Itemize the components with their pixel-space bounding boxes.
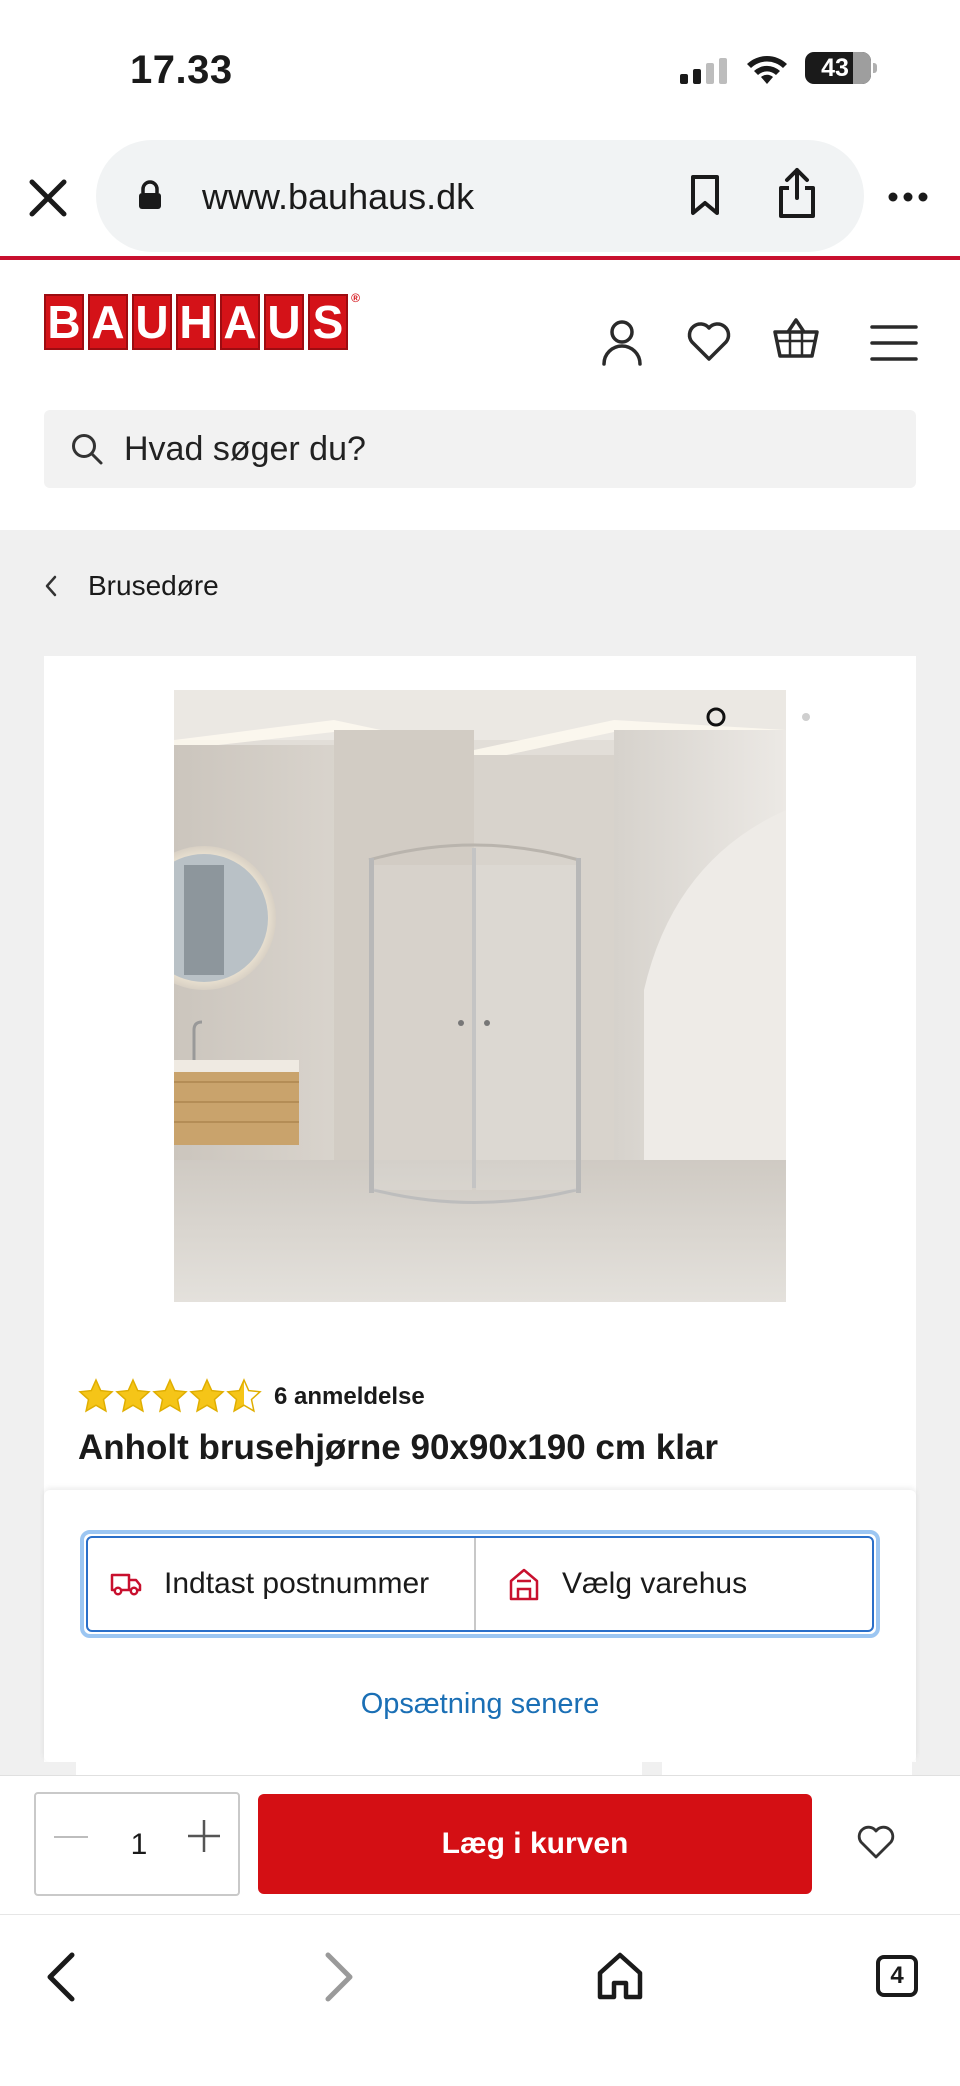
logo-letter: U — [132, 294, 172, 350]
wishlist-heart-icon[interactable] — [856, 1824, 896, 1860]
search-bar[interactable]: Hvad søger du? — [44, 410, 916, 488]
cellular-signal-icon — [680, 58, 727, 84]
basket-icon[interactable] — [772, 316, 820, 360]
plus-icon[interactable] — [186, 1818, 222, 1854]
review-count[interactable]: 6 anmeldelse — [274, 1383, 425, 1411]
share-icon[interactable] — [776, 166, 818, 220]
home-icon[interactable] — [596, 1951, 644, 2001]
registered-mark-icon: ® — [351, 291, 360, 305]
delivery-selector: Indtast postnummer Vælg varehus Opsætnin… — [44, 1490, 916, 1762]
store-label: Vælg varehus — [562, 1567, 748, 1600]
breadcrumb-label: Brusedøre — [88, 570, 219, 601]
logo-letter: A — [88, 294, 128, 350]
setup-later-link[interactable]: Opsætning senere — [44, 1688, 916, 1721]
quantity-stepper[interactable]: 1 — [34, 1792, 240, 1896]
delivery-options: Indtast postnummer Vælg varehus — [80, 1530, 880, 1638]
address-bar[interactable]: www.bauhaus.dk — [96, 140, 864, 252]
logo-letter: U — [264, 294, 304, 350]
bookmark-icon[interactable] — [690, 174, 720, 216]
menu-icon[interactable] — [870, 324, 918, 362]
search-icon — [72, 434, 103, 465]
add-to-cart-button[interactable]: Læg i kurven — [258, 1794, 812, 1894]
logo-letter: H — [176, 294, 216, 350]
store-option[interactable]: Vælg varehus — [474, 1538, 872, 1630]
logo-letter: B — [44, 294, 84, 350]
store-icon — [509, 1568, 539, 1601]
url-text: www.bauhaus.dk — [202, 176, 475, 217]
postcode-option[interactable]: Indtast postnummer — [88, 1538, 474, 1630]
account-icon[interactable] — [600, 318, 644, 366]
site-header: B A U H A U S ® Hvad søger du? — [0, 260, 960, 530]
postcode-label: Indtast postnummer — [164, 1567, 430, 1600]
truck-icon — [110, 1573, 142, 1596]
logo-letter: A — [220, 294, 260, 350]
product-image[interactable] — [174, 690, 786, 1302]
status-bar: 17.33 43 — [0, 0, 960, 130]
heart-icon[interactable] — [686, 320, 732, 362]
wifi-icon — [747, 56, 787, 84]
product-title: Anholt brusehjørne 90x90x190 cm klar — [78, 1428, 718, 1467]
breadcrumb[interactable]: Brusedøre — [44, 570, 219, 602]
more-options-icon[interactable] — [888, 192, 928, 202]
purchase-bar: 1 Læg i kurven — [0, 1776, 960, 1914]
chevron-left-icon — [45, 575, 57, 597]
search-input[interactable]: Hvad søger du? — [124, 430, 366, 469]
star-rating-icon — [79, 1379, 261, 1412]
logo-letter: S — [308, 294, 348, 350]
pager-dot-active — [706, 707, 726, 727]
battery-level: 43 — [821, 54, 849, 82]
bauhaus-logo[interactable]: B A U H A U S ® — [44, 292, 360, 350]
tabs-button[interactable]: 4 — [876, 1955, 918, 1997]
image-pager[interactable] — [704, 702, 824, 732]
browser-toolbar: www.bauhaus.dk — [0, 130, 960, 256]
browser-navigation: 4 — [0, 1914, 960, 2086]
product-rating[interactable]: 6 anmeldelse — [78, 1378, 425, 1416]
back-arrow-icon[interactable] — [42, 1951, 78, 2003]
hidden-content-peek — [0, 1762, 960, 1776]
close-icon[interactable] — [26, 176, 70, 220]
pager-dot — [802, 713, 810, 721]
forward-arrow-icon[interactable] — [322, 1951, 358, 2003]
status-time: 17.33 — [130, 48, 233, 92]
battery-icon: 43 — [805, 52, 877, 84]
lock-icon — [139, 180, 161, 209]
